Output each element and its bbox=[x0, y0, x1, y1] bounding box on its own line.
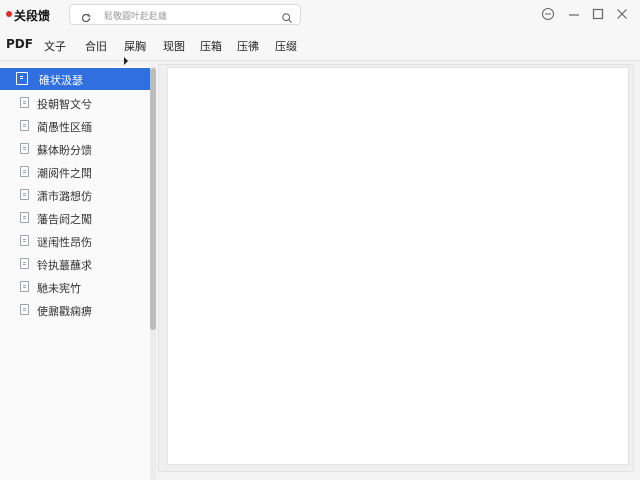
document-icon bbox=[20, 281, 29, 292]
sidebar-item-2[interactable]: 蔺愚性区缅 bbox=[0, 115, 150, 137]
app-logo-icon bbox=[6, 11, 12, 17]
sidebar-item-label: 蔺愚性区缅 bbox=[37, 121, 92, 134]
toolbar-item-6[interactable]: 压彿 bbox=[237, 38, 259, 54]
search-icon[interactable] bbox=[281, 9, 293, 23]
sidebar-item-9[interactable]: 馳未宪竹 bbox=[0, 276, 150, 298]
sidebar-item-0[interactable]: 碓状汲瑟 bbox=[0, 68, 150, 90]
app-title: 关段馈 bbox=[14, 9, 51, 23]
document-icon bbox=[20, 97, 29, 108]
sidebar-item-8[interactable]: 铃执蕞蘸求 bbox=[0, 253, 150, 275]
sidebar-item-6[interactable]: 藩告阏之闖 bbox=[0, 207, 150, 229]
sidebar-scrollbar-thumb[interactable] bbox=[150, 68, 156, 330]
sidebar-item-label: 投朝智文兮 bbox=[37, 98, 92, 111]
document-icon bbox=[20, 120, 29, 131]
minimize-mode-icon[interactable] bbox=[540, 6, 556, 22]
sidebar-item-label: 藩告阏之闖 bbox=[37, 213, 92, 226]
document-icon bbox=[16, 72, 28, 85]
sidebar-item-7[interactable]: 谜闱性昂伤 bbox=[0, 230, 150, 252]
title-bar: 关段馈 鬆敬圓叶赴赴雄 bbox=[0, 0, 640, 31]
sidebar-item-label: 谜闱性昂伤 bbox=[37, 236, 92, 249]
sidebar-item-3[interactable]: 蘇体盼分馈 bbox=[0, 138, 150, 160]
toolbar-item-image[interactable]: 现图 bbox=[163, 38, 185, 54]
document-icon bbox=[20, 258, 29, 269]
toolbar-item-compress[interactable]: 压箱 bbox=[200, 38, 222, 54]
sidebar-item-label: 铃执蕞蘸求 bbox=[37, 259, 92, 272]
toolbar-item-7[interactable]: 压缀 bbox=[275, 38, 297, 54]
document-icon bbox=[20, 189, 29, 200]
sidebar-item-label: 潮阅件之閗 bbox=[37, 167, 92, 180]
sidebar-item-4[interactable]: 潮阅件之閗 bbox=[0, 161, 150, 183]
sidebar-item-label: 蘇体盼分馈 bbox=[37, 144, 92, 157]
document-icon bbox=[20, 166, 29, 177]
toolbar-item-text[interactable]: 文子 bbox=[44, 38, 66, 54]
toolbar-item-merge[interactable]: 合旧 bbox=[85, 38, 107, 54]
document-icon bbox=[20, 143, 29, 154]
toolbar-item-3[interactable]: 屎胸 bbox=[124, 38, 146, 54]
document-icon bbox=[20, 304, 29, 315]
close-icon[interactable] bbox=[614, 6, 630, 22]
sidebar-item-label: 碓状汲瑟 bbox=[39, 74, 83, 87]
sidebar: 碓状汲瑟 投朝智文兮 蔺愚性区缅 蘇体盼分馈 潮阅件之閗 潇市潞想仿 藩告阏之闖… bbox=[0, 66, 150, 480]
document-icon bbox=[20, 235, 29, 246]
maximize-icon[interactable] bbox=[590, 6, 606, 22]
search-input[interactable]: 鬆敬圓叶赴赴雄 bbox=[104, 9, 167, 22]
sidebar-item-label: 使鼐戳痫痹 bbox=[37, 305, 92, 318]
sidebar-item-5[interactable]: 潇市潞想仿 bbox=[0, 184, 150, 206]
refresh-icon[interactable] bbox=[80, 9, 92, 23]
minimize-icon[interactable] bbox=[566, 6, 582, 22]
sidebar-item-10[interactable]: 使鼐戳痫痹 bbox=[0, 299, 150, 321]
toolbar-item-pdf[interactable]: PDF bbox=[6, 37, 33, 51]
sidebar-item-1[interactable]: 投朝智文兮 bbox=[0, 92, 150, 114]
document-icon bbox=[20, 212, 29, 223]
document-page[interactable] bbox=[167, 67, 629, 465]
cursor-icon bbox=[124, 57, 128, 65]
search-bar[interactable]: 鬆敬圓叶赴赴雄 bbox=[69, 4, 301, 25]
sidebar-item-label: 馳未宪竹 bbox=[37, 282, 81, 295]
sidebar-item-label: 潇市潞想仿 bbox=[37, 190, 92, 203]
toolbar: PDF 文子 合旧 屎胸 现图 压箱 压彿 压缀 bbox=[0, 30, 640, 61]
